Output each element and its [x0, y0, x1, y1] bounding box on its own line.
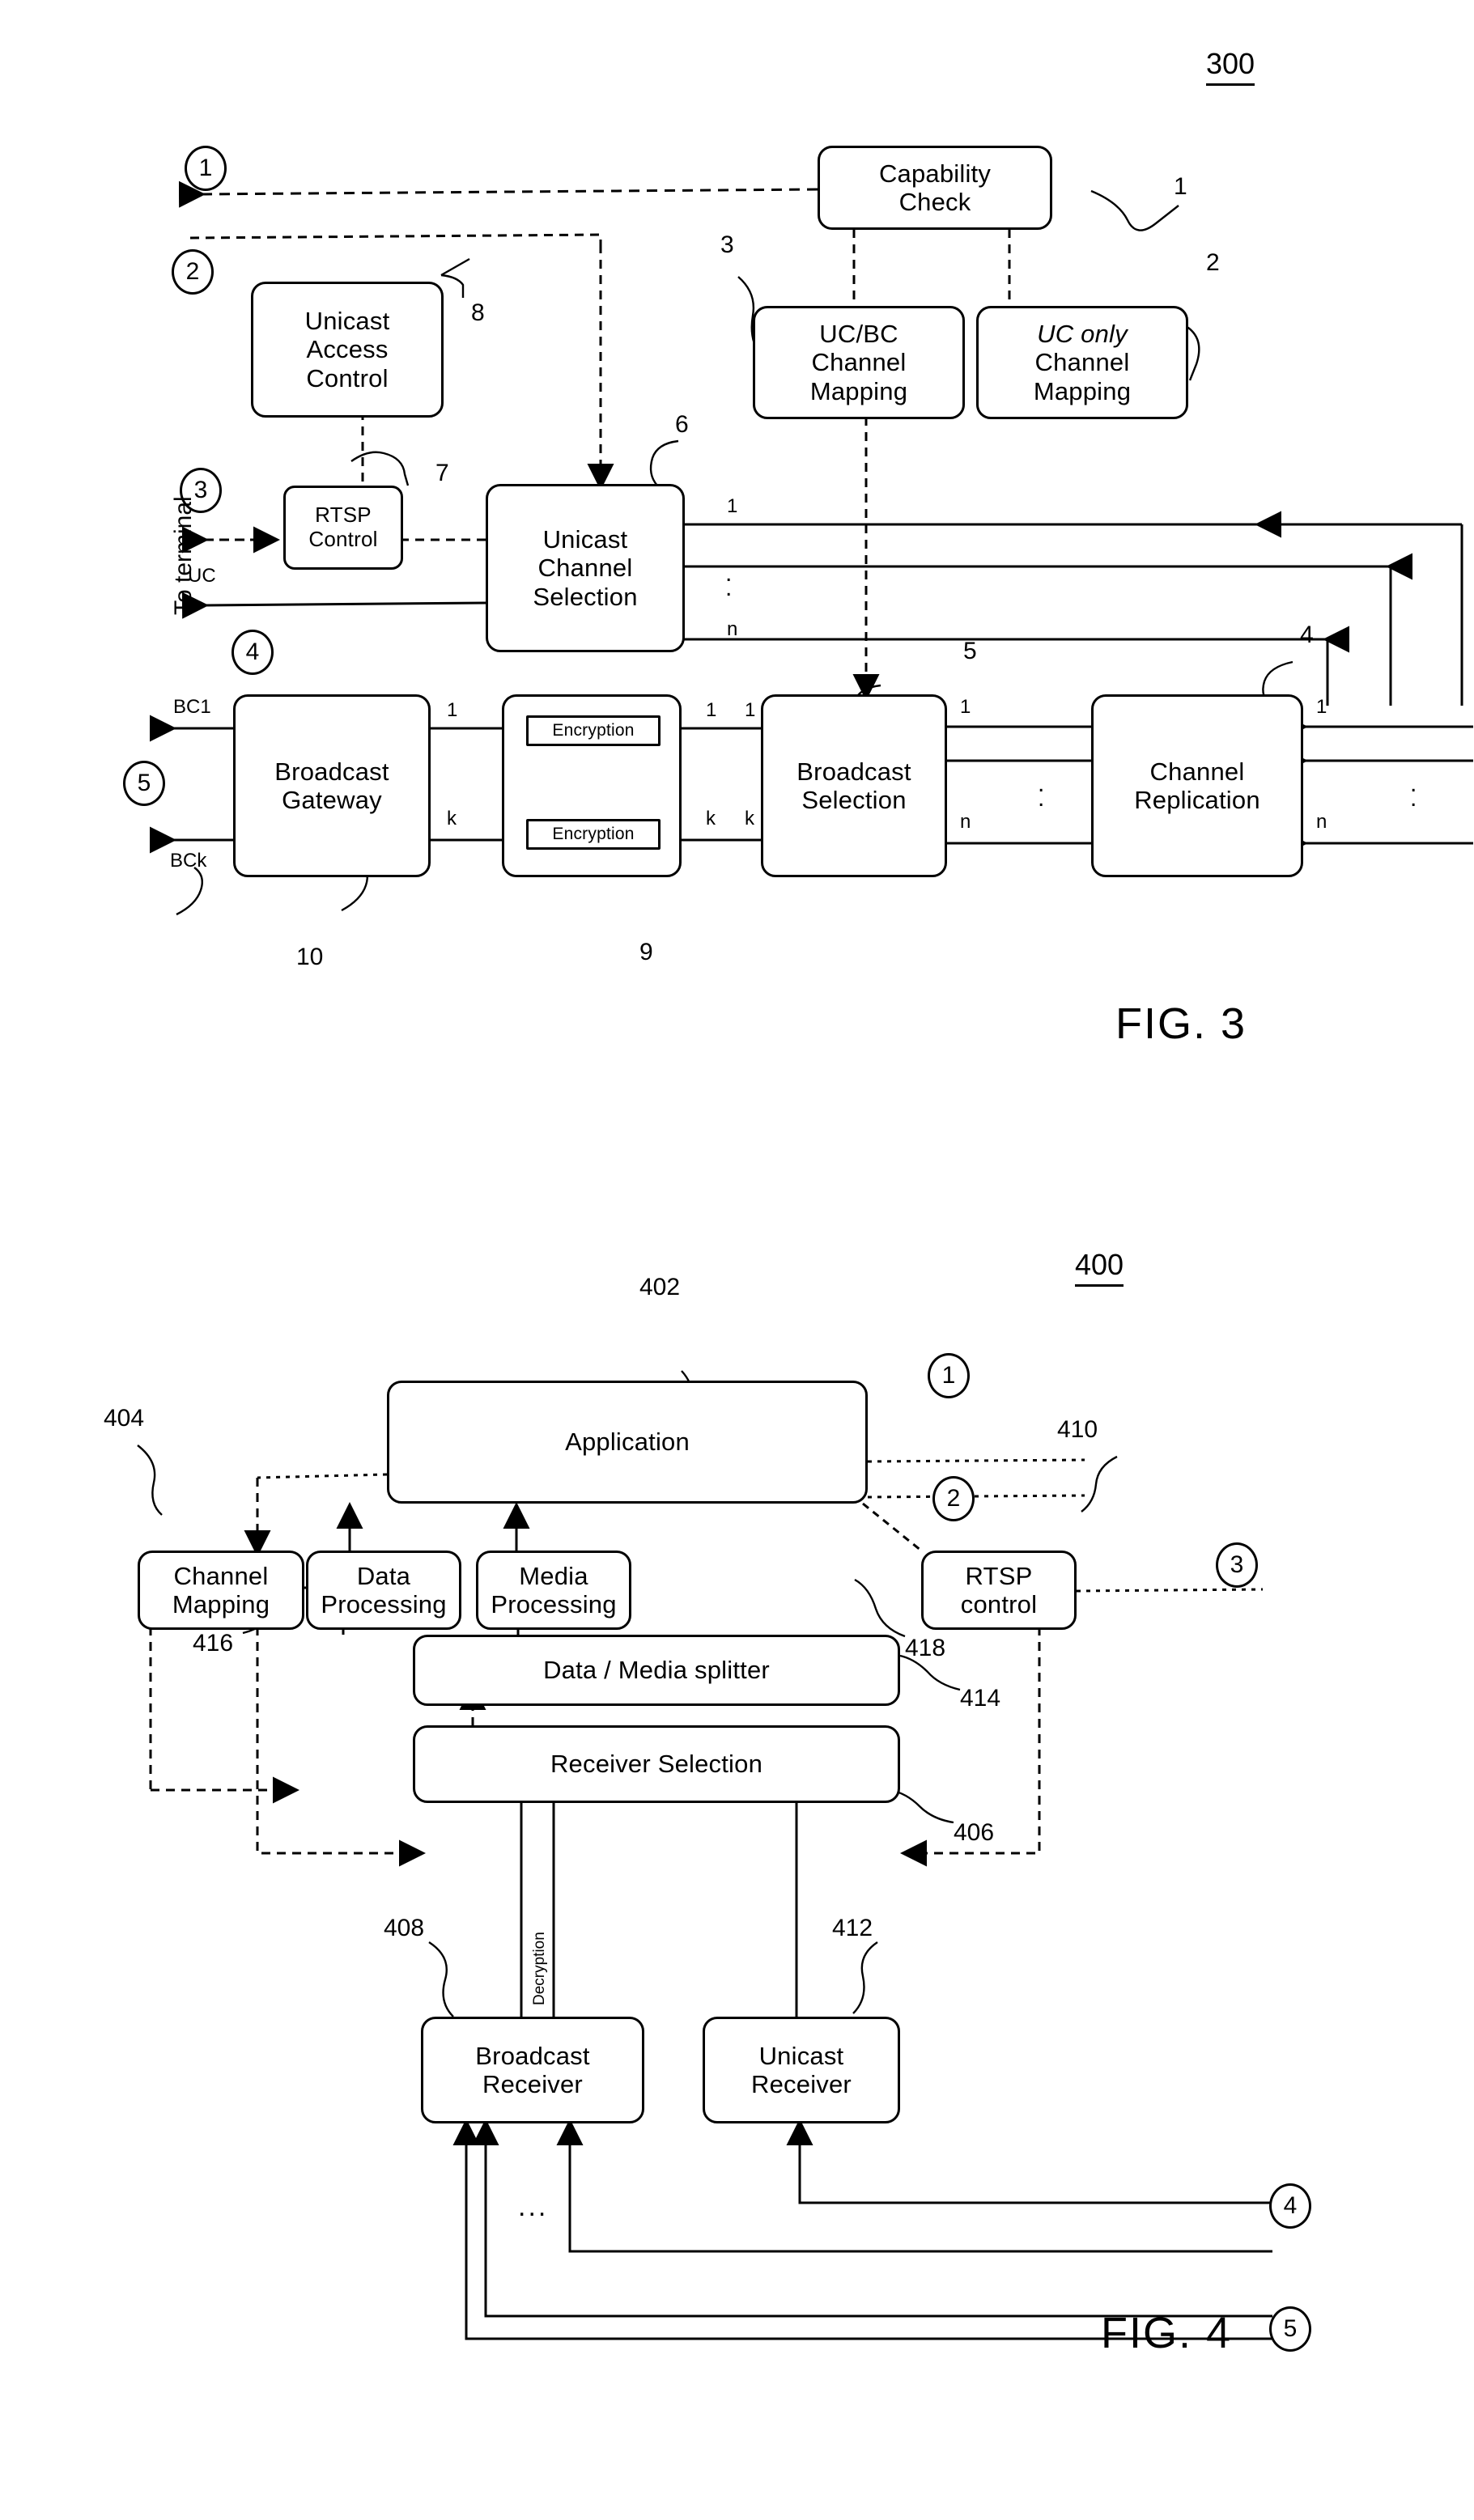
box-broadcast-gateway[interactable]: Broadcast Gateway [233, 694, 431, 877]
step-circle-2-fig3: 2 [172, 249, 214, 295]
port-bsel-left-first: 1 [745, 699, 756, 721]
box-unicast-receiver-label: Unicast Receiver [751, 2041, 852, 2098]
label-to-terminal: To terminal [170, 496, 197, 615]
box-channel-mapping-fig4-label: Channel Mapping [172, 1561, 270, 1618]
ref-numeral-402: 402 [639, 1274, 681, 1300]
label-uc: UC [188, 565, 216, 587]
ref-numeral-5: 5 [963, 638, 977, 664]
port-bsel-left-last: k [745, 808, 754, 829]
figure-number-300: 300 [1206, 47, 1255, 86]
port-enc-in-first: 1 [706, 699, 717, 721]
port-ucs-in-last: n [727, 618, 738, 640]
box-receiver-selection[interactable]: Receiver Selection [413, 1725, 900, 1803]
ref-numeral-6: 6 [675, 411, 689, 438]
box-capability-check[interactable]: Capability Check [818, 146, 1052, 230]
box-channel-mapping-fig4[interactable]: Channel Mapping [138, 1551, 304, 1630]
box-uconly-channel-mapping[interactable]: UC only Channel Mapping [976, 306, 1188, 419]
box-encryption-1-label: Encryption [552, 721, 635, 740]
box-encryption-2[interactable]: Encryption [526, 819, 661, 850]
figure-number-400: 400 [1075, 1248, 1124, 1287]
box-rtsp-control-fig3-label: RTSP Control [308, 503, 378, 551]
label-decryption: Decryption [531, 1932, 548, 2005]
step-circle-5-fig3: 5 [123, 761, 165, 806]
port-bsel-in-last: n [960, 811, 971, 833]
step-circle-1-fig3: 1 [185, 146, 227, 191]
box-application-label: Application [565, 1428, 690, 1457]
box-encryption-1[interactable]: Encryption [526, 715, 661, 746]
box-broadcast-gateway-label: Broadcast Gateway [274, 757, 389, 814]
port-ucs-in-first: 1 [727, 495, 738, 517]
step-circle-4-fig4: 4 [1269, 2183, 1311, 2229]
box-broadcast-receiver[interactable]: Broadcast Receiver [421, 2017, 644, 2123]
port-crep-dots: .. [1410, 770, 1417, 812]
ref-numeral-410: 410 [1057, 1416, 1098, 1443]
ref-numeral-416: 416 [193, 1630, 234, 1657]
port-crep-in-first: 1 [1316, 696, 1327, 718]
box-uconly-channel-mapping-label-italic: UC only [1037, 320, 1128, 348]
ref-numeral-412: 412 [832, 1915, 873, 1941]
port-bsel-in-first: 1 [960, 696, 971, 718]
port-bgw-in-last: k [447, 808, 457, 829]
port-enc-in-last: k [706, 808, 716, 829]
ref-numeral-9: 9 [639, 939, 653, 965]
box-unicast-receiver[interactable]: Unicast Receiver [703, 2017, 900, 2123]
box-capability-check-label: Capability Check [878, 159, 992, 216]
box-rtsp-control-fig4-label: RTSP control [960, 1561, 1038, 1618]
box-data-media-splitter[interactable]: Data / Media splitter [413, 1635, 900, 1706]
ref-numeral-7: 7 [435, 460, 449, 486]
box-receiver-selection-label: Receiver Selection [550, 1750, 763, 1779]
step-circle-2-fig4: 2 [932, 1476, 975, 1521]
box-data-media-splitter-label: Data / Media splitter [543, 1656, 770, 1685]
ref-numeral-418: 418 [905, 1635, 946, 1661]
ref-numeral-408: 408 [384, 1915, 425, 1941]
ref-numeral-1: 1 [1174, 173, 1187, 200]
ref-numeral-404: 404 [104, 1405, 145, 1432]
box-media-processing[interactable]: Media Processing [476, 1551, 631, 1630]
port-crep-in-last: n [1316, 811, 1327, 833]
box-unicast-access-control[interactable]: Unicast Access Control [251, 282, 444, 418]
box-broadcast-receiver-label: Broadcast Receiver [475, 2041, 590, 2098]
box-channel-replication[interactable]: Channel Replication [1091, 694, 1303, 877]
box-unicast-channel-selection[interactable]: Unicast Channel Selection [486, 484, 685, 652]
port-bsel-dots: .. [1038, 770, 1045, 812]
ref-numeral-8: 8 [471, 299, 485, 326]
box-unicast-channel-selection-label: Unicast Channel Selection [533, 525, 638, 611]
port-bgw-in-first: 1 [447, 699, 458, 721]
ref-numeral-10: 10 [296, 944, 324, 970]
box-broadcast-selection[interactable]: Broadcast Selection [761, 694, 947, 877]
box-ucbc-channel-mapping-label: UC/BC Channel Mapping [809, 320, 908, 405]
step-circle-5-fig4: 5 [1269, 2306, 1311, 2352]
figure-caption-fig4: FIG. 4 [1101, 2309, 1233, 2357]
box-uconly-channel-mapping-label: Channel Mapping [1033, 348, 1132, 405]
connector-lines [137, 180, 1473, 2340]
ellipsis-broadcast-inputs: ... [518, 2191, 549, 2222]
step-circle-1-fig4: 1 [928, 1353, 970, 1398]
box-unicast-access-control-label: Unicast Access Control [304, 307, 390, 392]
figure-caption-fig3: FIG. 3 [1115, 999, 1247, 1048]
port-ucs-dots: .. [725, 560, 733, 601]
ref-numeral-4: 4 [1300, 622, 1314, 648]
patent-drawing-sheet: 300 1 2 3 4 5 Capability Check UC/BC Cha… [0, 0, 1474, 2520]
box-channel-replication-label: Channel Replication [1134, 757, 1260, 814]
step-circle-3-fig4: 3 [1216, 1542, 1258, 1588]
label-bck-output: BCk [170, 850, 207, 872]
box-encryption-2-label: Encryption [552, 825, 635, 843]
box-media-processing-label: Media Processing [491, 1561, 617, 1618]
ref-numeral-2: 2 [1206, 249, 1220, 276]
ref-numeral-414: 414 [960, 1685, 1001, 1712]
ref-numeral-406: 406 [954, 1819, 995, 1846]
ref-numeral-3: 3 [720, 231, 734, 258]
label-bc1-output: BC1 [173, 696, 211, 718]
box-ucbc-channel-mapping[interactable]: UC/BC Channel Mapping [753, 306, 965, 419]
box-data-processing[interactable]: Data Processing [306, 1551, 461, 1630]
step-circle-4-fig3: 4 [232, 630, 274, 675]
box-data-processing-label: Data Processing [321, 1561, 447, 1618]
box-broadcast-selection-label: Broadcast Selection [796, 757, 911, 814]
box-rtsp-control-fig4[interactable]: RTSP control [921, 1551, 1077, 1630]
box-rtsp-control-fig3[interactable]: RTSP Control [283, 486, 403, 570]
box-application[interactable]: Application [387, 1381, 868, 1504]
